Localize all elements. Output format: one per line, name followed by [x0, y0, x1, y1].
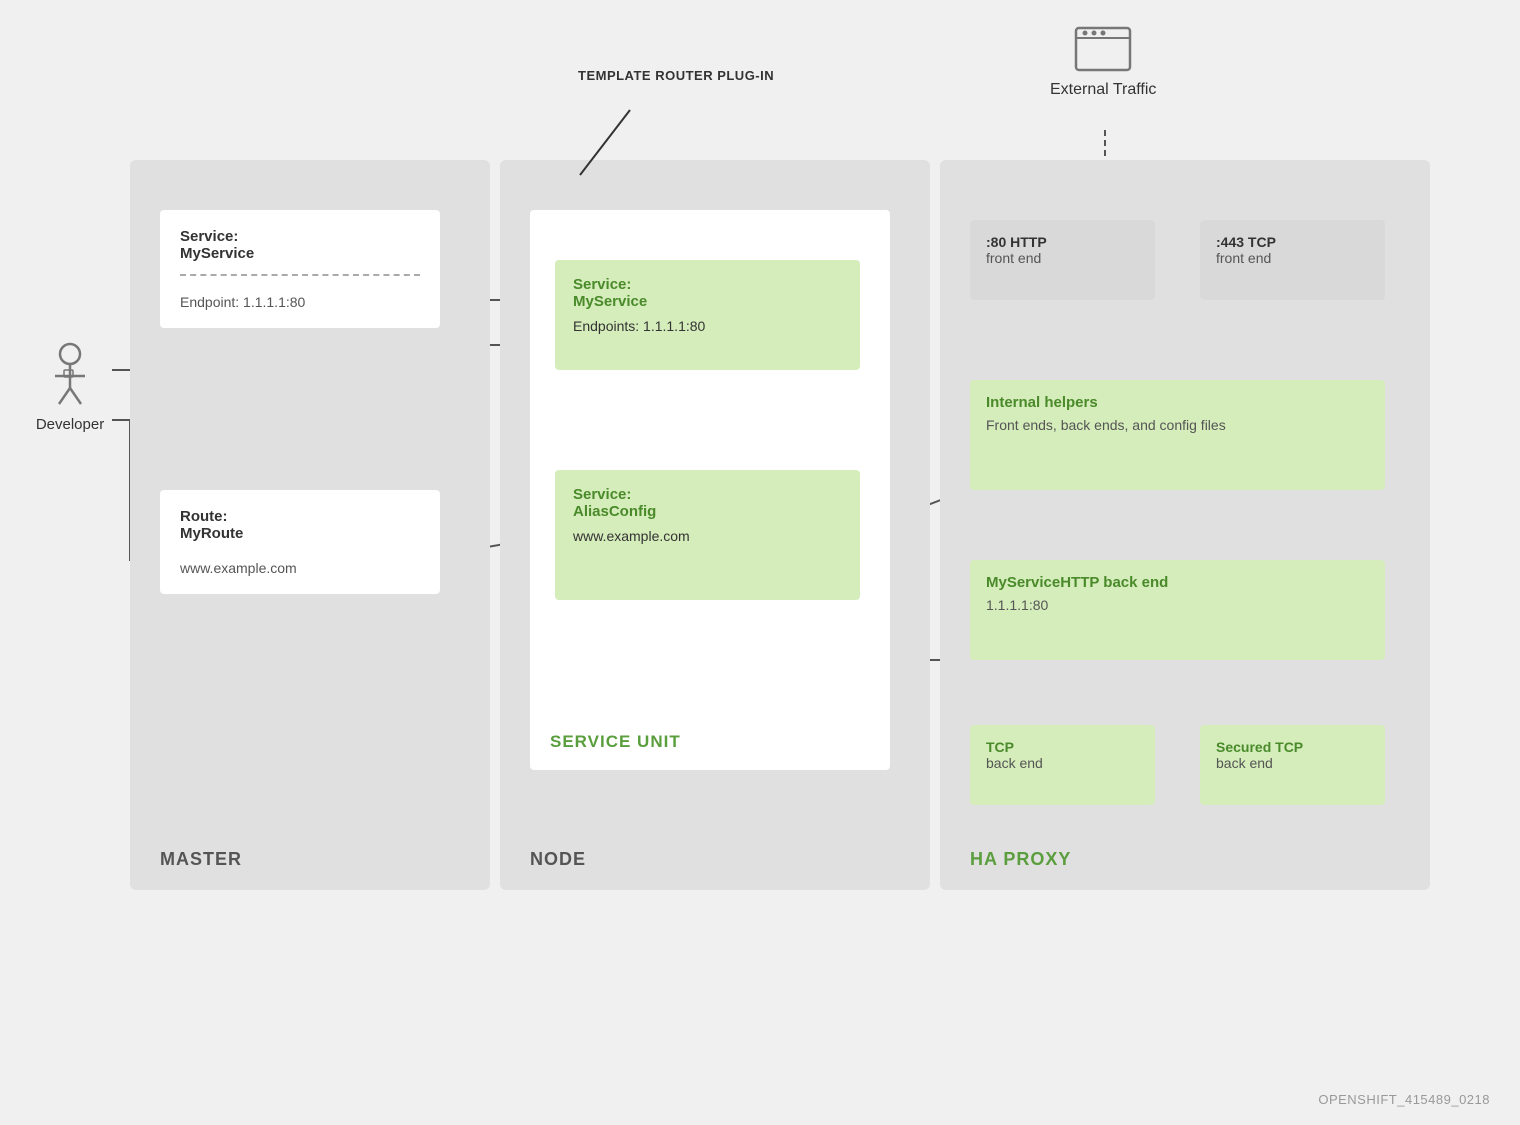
tcp-backend-box: TCP back end [970, 725, 1155, 805]
external-traffic-area: External Traffic [1050, 20, 1156, 99]
external-traffic-label: External Traffic [1050, 81, 1156, 99]
http-frontend-sub: front end [986, 250, 1139, 266]
master-label: MASTER [160, 849, 242, 870]
myservice-green-card: Service: MyService Endpoints: 1.1.1.1:80 [555, 260, 860, 370]
tcp-frontend-box: :443 TCP front end [1200, 220, 1385, 300]
service-card-endpoint: Endpoint: 1.1.1.1:80 [180, 294, 420, 310]
internal-helpers-sub: Front ends, back ends, and config files [986, 417, 1369, 433]
tcp-frontend-title: :443 TCP [1216, 234, 1369, 250]
secured-tcp-backend-box: Secured TCP back end [1200, 725, 1385, 805]
secured-tcp-backend-sub: back end [1216, 755, 1369, 771]
myservicehttp-title: MyServiceHTTP back end [986, 574, 1369, 591]
http-frontend-box: :80 HTTP front end [970, 220, 1155, 300]
template-router-label: TEMPLATE ROUTER PLUG-IN [578, 68, 774, 83]
internal-helpers-title: Internal helpers [986, 394, 1369, 411]
developer-label: Developer [36, 416, 104, 433]
myservice-card-title: Service: MyService [573, 276, 842, 310]
master-box: MASTER Service: MyService Endpoint: 1.1.… [130, 160, 490, 890]
myservicehttp-backend-box: MyServiceHTTP back end 1.1.1.1:80 [970, 560, 1385, 660]
http-frontend-title: :80 HTTP [986, 234, 1139, 250]
route-card-title: Route: MyRoute [180, 508, 420, 542]
service-card: Service: MyService Endpoint: 1.1.1.1:80 [160, 210, 440, 328]
diagram-container: Developer MASTER Service: MyService Endp… [0, 0, 1520, 1125]
secured-tcp-backend-title: Secured TCP [1216, 739, 1369, 755]
service-card-title: Service: MyService [180, 228, 420, 262]
watermark: OPENSHIFT_415489_0218 [1318, 1092, 1490, 1107]
tcp-frontend-sub: front end [1216, 250, 1369, 266]
route-card-url: www.example.com [180, 560, 420, 576]
route-card: Route: MyRoute www.example.com [160, 490, 440, 594]
internal-helpers-box: Internal helpers Front ends, back ends, … [970, 380, 1385, 490]
tcp-backend-sub: back end [986, 755, 1139, 771]
tcp-backend-title: TCP [986, 739, 1139, 755]
developer-icon [45, 340, 95, 410]
aliasconfig-card-title: Service: AliasConfig [573, 486, 842, 520]
aliasconfig-green-card: Service: AliasConfig www.example.com [555, 470, 860, 600]
node-label: NODE [530, 849, 586, 870]
browser-icon [1073, 20, 1133, 75]
service-separator [180, 274, 420, 276]
developer-area: Developer [20, 340, 120, 433]
aliasconfig-card-url: www.example.com [573, 528, 842, 544]
haproxy-box: HA PROXY :80 HTTP front end :443 TCP fro… [940, 160, 1430, 890]
myservice-card-endpoint: Endpoints: 1.1.1.1:80 [573, 318, 842, 334]
myservicehttp-address: 1.1.1.1:80 [986, 597, 1369, 613]
service-unit-label: SERVICE UNIT [550, 732, 681, 752]
service-unit-box: SERVICE UNIT Service: MyService Endpoint… [530, 210, 890, 770]
node-box: NODE SERVICE UNIT Service: MyService End… [500, 160, 930, 890]
haproxy-label: HA PROXY [970, 849, 1071, 870]
